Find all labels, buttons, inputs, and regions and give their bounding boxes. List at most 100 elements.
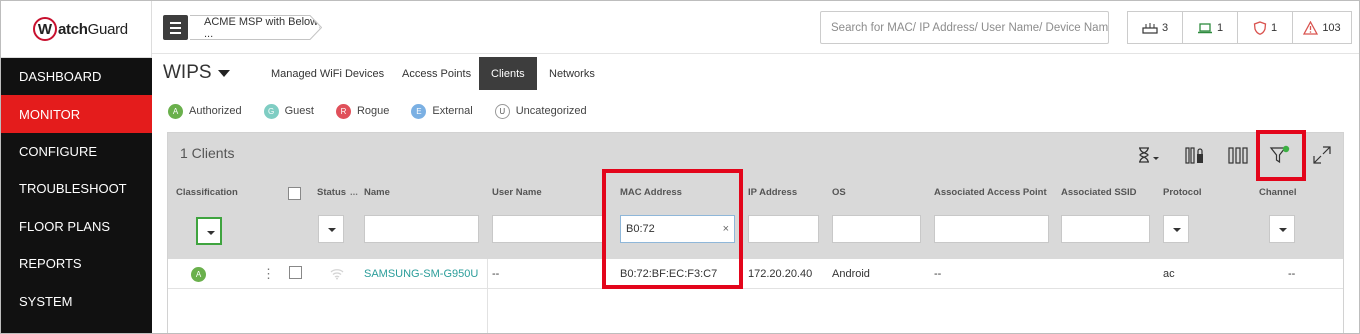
search-input[interactable] <box>820 11 1109 44</box>
sidebar-item-dashboard[interactable]: DASHBOARD <box>1 58 152 95</box>
hourglass-dropdown-icon[interactable] <box>1136 145 1162 165</box>
cell-mac-address: B0:72:BF:EC:F3:C7 <box>620 268 718 280</box>
tab-managed-wifi-devices[interactable]: Managed WiFi Devices <box>259 57 396 90</box>
ip-filter-input[interactable] <box>748 215 819 243</box>
logo-badge: W <box>33 17 57 41</box>
external-badge-icon: E <box>411 103 427 119</box>
sidebar-item-reports[interactable]: REPORTS <box>1 245 152 282</box>
tab-clients[interactable]: Clients <box>479 57 537 90</box>
column-user-name[interactable]: User Name <box>492 187 542 198</box>
status-summary: 3 1 1 103 <box>1127 11 1352 44</box>
top-bar: ACME MSP with Below ... 3 1 1 103 <box>152 1 1359 54</box>
row-menu-icon[interactable]: ⋮ <box>262 266 275 282</box>
warning-status[interactable]: 103 <box>1293 12 1351 43</box>
access-point-status[interactable]: 3 <box>1128 12 1183 43</box>
mac-filter-value: B0:72 <box>626 223 655 235</box>
tab-networks[interactable]: Networks <box>537 57 607 90</box>
laptop-icon <box>1197 22 1212 33</box>
legend-rogue: R Rogue <box>335 103 390 119</box>
wifi-status-icon <box>330 269 344 280</box>
sidebar-item-configure[interactable]: CONFIGURE <box>1 133 152 170</box>
filter-icon[interactable] <box>1269 145 1291 165</box>
legend-label: Authorized <box>189 105 242 117</box>
column-channel[interactable]: Channel <box>1259 187 1296 198</box>
laptop-count: 1 <box>1216 21 1224 34</box>
expand-icon[interactable] <box>1312 145 1332 165</box>
legend-label: External <box>432 105 473 117</box>
sidebar-item-troubleshoot[interactable]: TROUBLESHOOT <box>1 170 152 207</box>
hamburger-menu-icon[interactable] <box>163 15 188 40</box>
access-point-filter-input[interactable] <box>934 215 1049 243</box>
wips-dropdown[interactable]: WIPS <box>163 62 230 84</box>
classification-filter-dropdown[interactable] <box>196 217 222 245</box>
name-filter-input[interactable] <box>364 215 479 243</box>
column-associated-access-point[interactable]: Associated Access Point <box>934 187 1047 198</box>
logo-text: atchGuard <box>58 20 128 38</box>
cell-protocol: ac <box>1163 268 1175 280</box>
access-point-icon <box>1142 22 1158 34</box>
client-name-link[interactable]: SAMSUNG-SM-G950U <box>364 268 478 280</box>
clients-count: 1 Clients <box>180 145 235 161</box>
cell-channel: -- <box>1288 268 1296 280</box>
logo-area: W atchGuard <box>1 1 152 58</box>
uncategorized-badge-icon: U <box>494 103 510 119</box>
column-classification[interactable]: Classification <box>176 187 238 198</box>
tab-access-points[interactable]: Access Points <box>390 57 483 90</box>
legend-external: E External <box>411 103 473 119</box>
column-protocol[interactable]: Protocol <box>1163 187 1202 198</box>
column-mac-address[interactable]: MAC Address <box>620 187 682 198</box>
sub-header: WIPS Managed WiFi Devices Access Points … <box>152 55 1359 91</box>
user-name-filter-input[interactable] <box>492 215 604 243</box>
sidebar: DASHBOARD MONITOR CONFIGURE TROUBLESHOOT… <box>1 58 152 333</box>
grid-header: 1 Clients Classification Status ... Name… <box>168 133 1343 259</box>
sidebar-item-system[interactable]: SYSTEM <box>1 282 152 319</box>
legend-label: Uncategorized <box>515 105 587 117</box>
sidebar-item-floor-plans[interactable]: FLOOR PLANS <box>1 208 152 245</box>
channel-filter-dropdown[interactable] <box>1269 215 1295 243</box>
breadcrumb[interactable]: ACME MSP with Below ... <box>190 15 320 40</box>
column-associated-ssid[interactable]: Associated SSID <box>1061 187 1137 198</box>
column-lock-icon[interactable] <box>1185 145 1205 165</box>
shield-icon <box>1253 20 1267 35</box>
select-all-checkbox[interactable] <box>288 187 301 200</box>
legend-guest: G Guest <box>263 103 314 119</box>
classification-legend: A Authorized G Guest R Rogue E External … <box>152 95 1359 127</box>
authorized-badge-icon: A <box>168 103 183 119</box>
legend-label: Guest <box>284 105 314 117</box>
legend-uncategorized: U Uncategorized <box>494 103 587 119</box>
warning-icon <box>1303 20 1319 35</box>
access-point-count: 3 <box>1161 21 1169 34</box>
caret-down-icon <box>217 69 230 77</box>
column-name[interactable]: Name <box>364 187 390 198</box>
column-ip-address[interactable]: IP Address <box>748 187 797 198</box>
guest-badge-icon: G <box>263 103 279 119</box>
cell-user-name: -- <box>492 268 500 280</box>
sidebar-item-monitor[interactable]: MONITOR <box>1 95 152 133</box>
legend-authorized: A Authorized <box>168 103 242 119</box>
rogue-badge-icon: R <box>335 103 351 119</box>
cell-access-point: -- <box>934 268 942 280</box>
warning-count: 103 <box>1322 21 1341 34</box>
column-divider <box>487 259 488 333</box>
watchguard-logo[interactable]: W atchGuard <box>33 17 128 41</box>
row-checkbox[interactable] <box>289 266 302 279</box>
status-filter-dropdown[interactable] <box>318 215 344 243</box>
column-status-menu[interactable]: ... <box>350 187 358 198</box>
protocol-filter-dropdown[interactable] <box>1163 215 1189 243</box>
cell-ip-address: 172.20.20.40 <box>748 268 813 280</box>
mac-filter-input[interactable]: B0:72 × <box>620 215 735 243</box>
app-frame: W atchGuard DASHBOARD MONITOR CONFIGURE … <box>0 0 1360 334</box>
os-filter-input[interactable] <box>832 215 921 243</box>
cell-os: Android <box>832 268 870 280</box>
column-status[interactable]: Status <box>317 187 346 198</box>
clear-filter-icon[interactable]: × <box>723 223 729 235</box>
authorized-badge-icon: A <box>191 267 206 282</box>
legend-label: Rogue <box>356 105 390 117</box>
columns-icon[interactable] <box>1228 145 1248 165</box>
shield-status[interactable]: 1 <box>1238 12 1293 43</box>
laptop-status[interactable]: 1 <box>1183 12 1238 43</box>
table-row[interactable]: A ⋮ SAMSUNG-SM-G950U -- B0:72:BF:EC:F3:C… <box>168 259 1343 289</box>
page-title: WIPS <box>163 62 212 83</box>
column-os[interactable]: OS <box>832 187 846 198</box>
ssid-filter-input[interactable] <box>1061 215 1150 243</box>
